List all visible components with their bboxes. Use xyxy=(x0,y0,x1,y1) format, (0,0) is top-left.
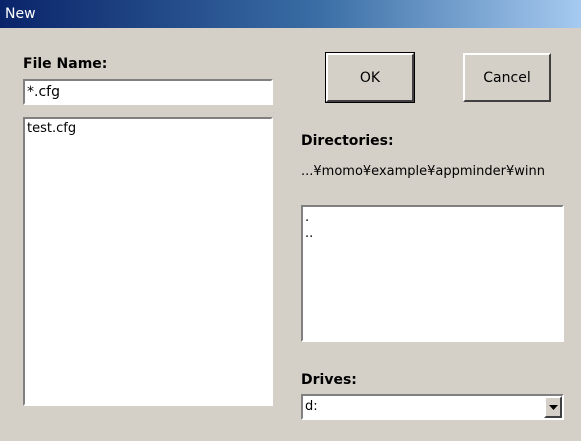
file-name-label: File Name: xyxy=(23,56,108,72)
current-directory-path: ...¥momo¥example¥appminder¥winn xyxy=(301,164,545,179)
file-list[interactable]: test.cfg xyxy=(23,117,273,406)
drives-select[interactable]: d: xyxy=(301,394,564,420)
directories-label: Directories: xyxy=(301,133,394,149)
chevron-down-icon xyxy=(548,404,558,410)
file-name-field[interactable] xyxy=(23,79,273,105)
drives-label: Drives: xyxy=(301,372,357,388)
drives-dropdown-button[interactable] xyxy=(544,396,562,418)
ok-button[interactable]: OK xyxy=(325,52,415,103)
file-list-item[interactable]: test.cfg xyxy=(25,121,271,137)
window-title: New xyxy=(5,6,36,22)
file-name-input[interactable] xyxy=(25,81,271,103)
new-dialog: New File Name: test.cfg OK Cancel Direct… xyxy=(0,0,581,441)
drives-selected-value: d: xyxy=(305,399,318,414)
title-bar: New xyxy=(0,0,581,28)
directory-list[interactable]: . .. xyxy=(301,205,564,342)
cancel-button[interactable]: Cancel xyxy=(463,53,551,102)
directory-item-current[interactable]: . xyxy=(303,210,562,226)
directory-item-parent[interactable]: .. xyxy=(303,226,562,242)
